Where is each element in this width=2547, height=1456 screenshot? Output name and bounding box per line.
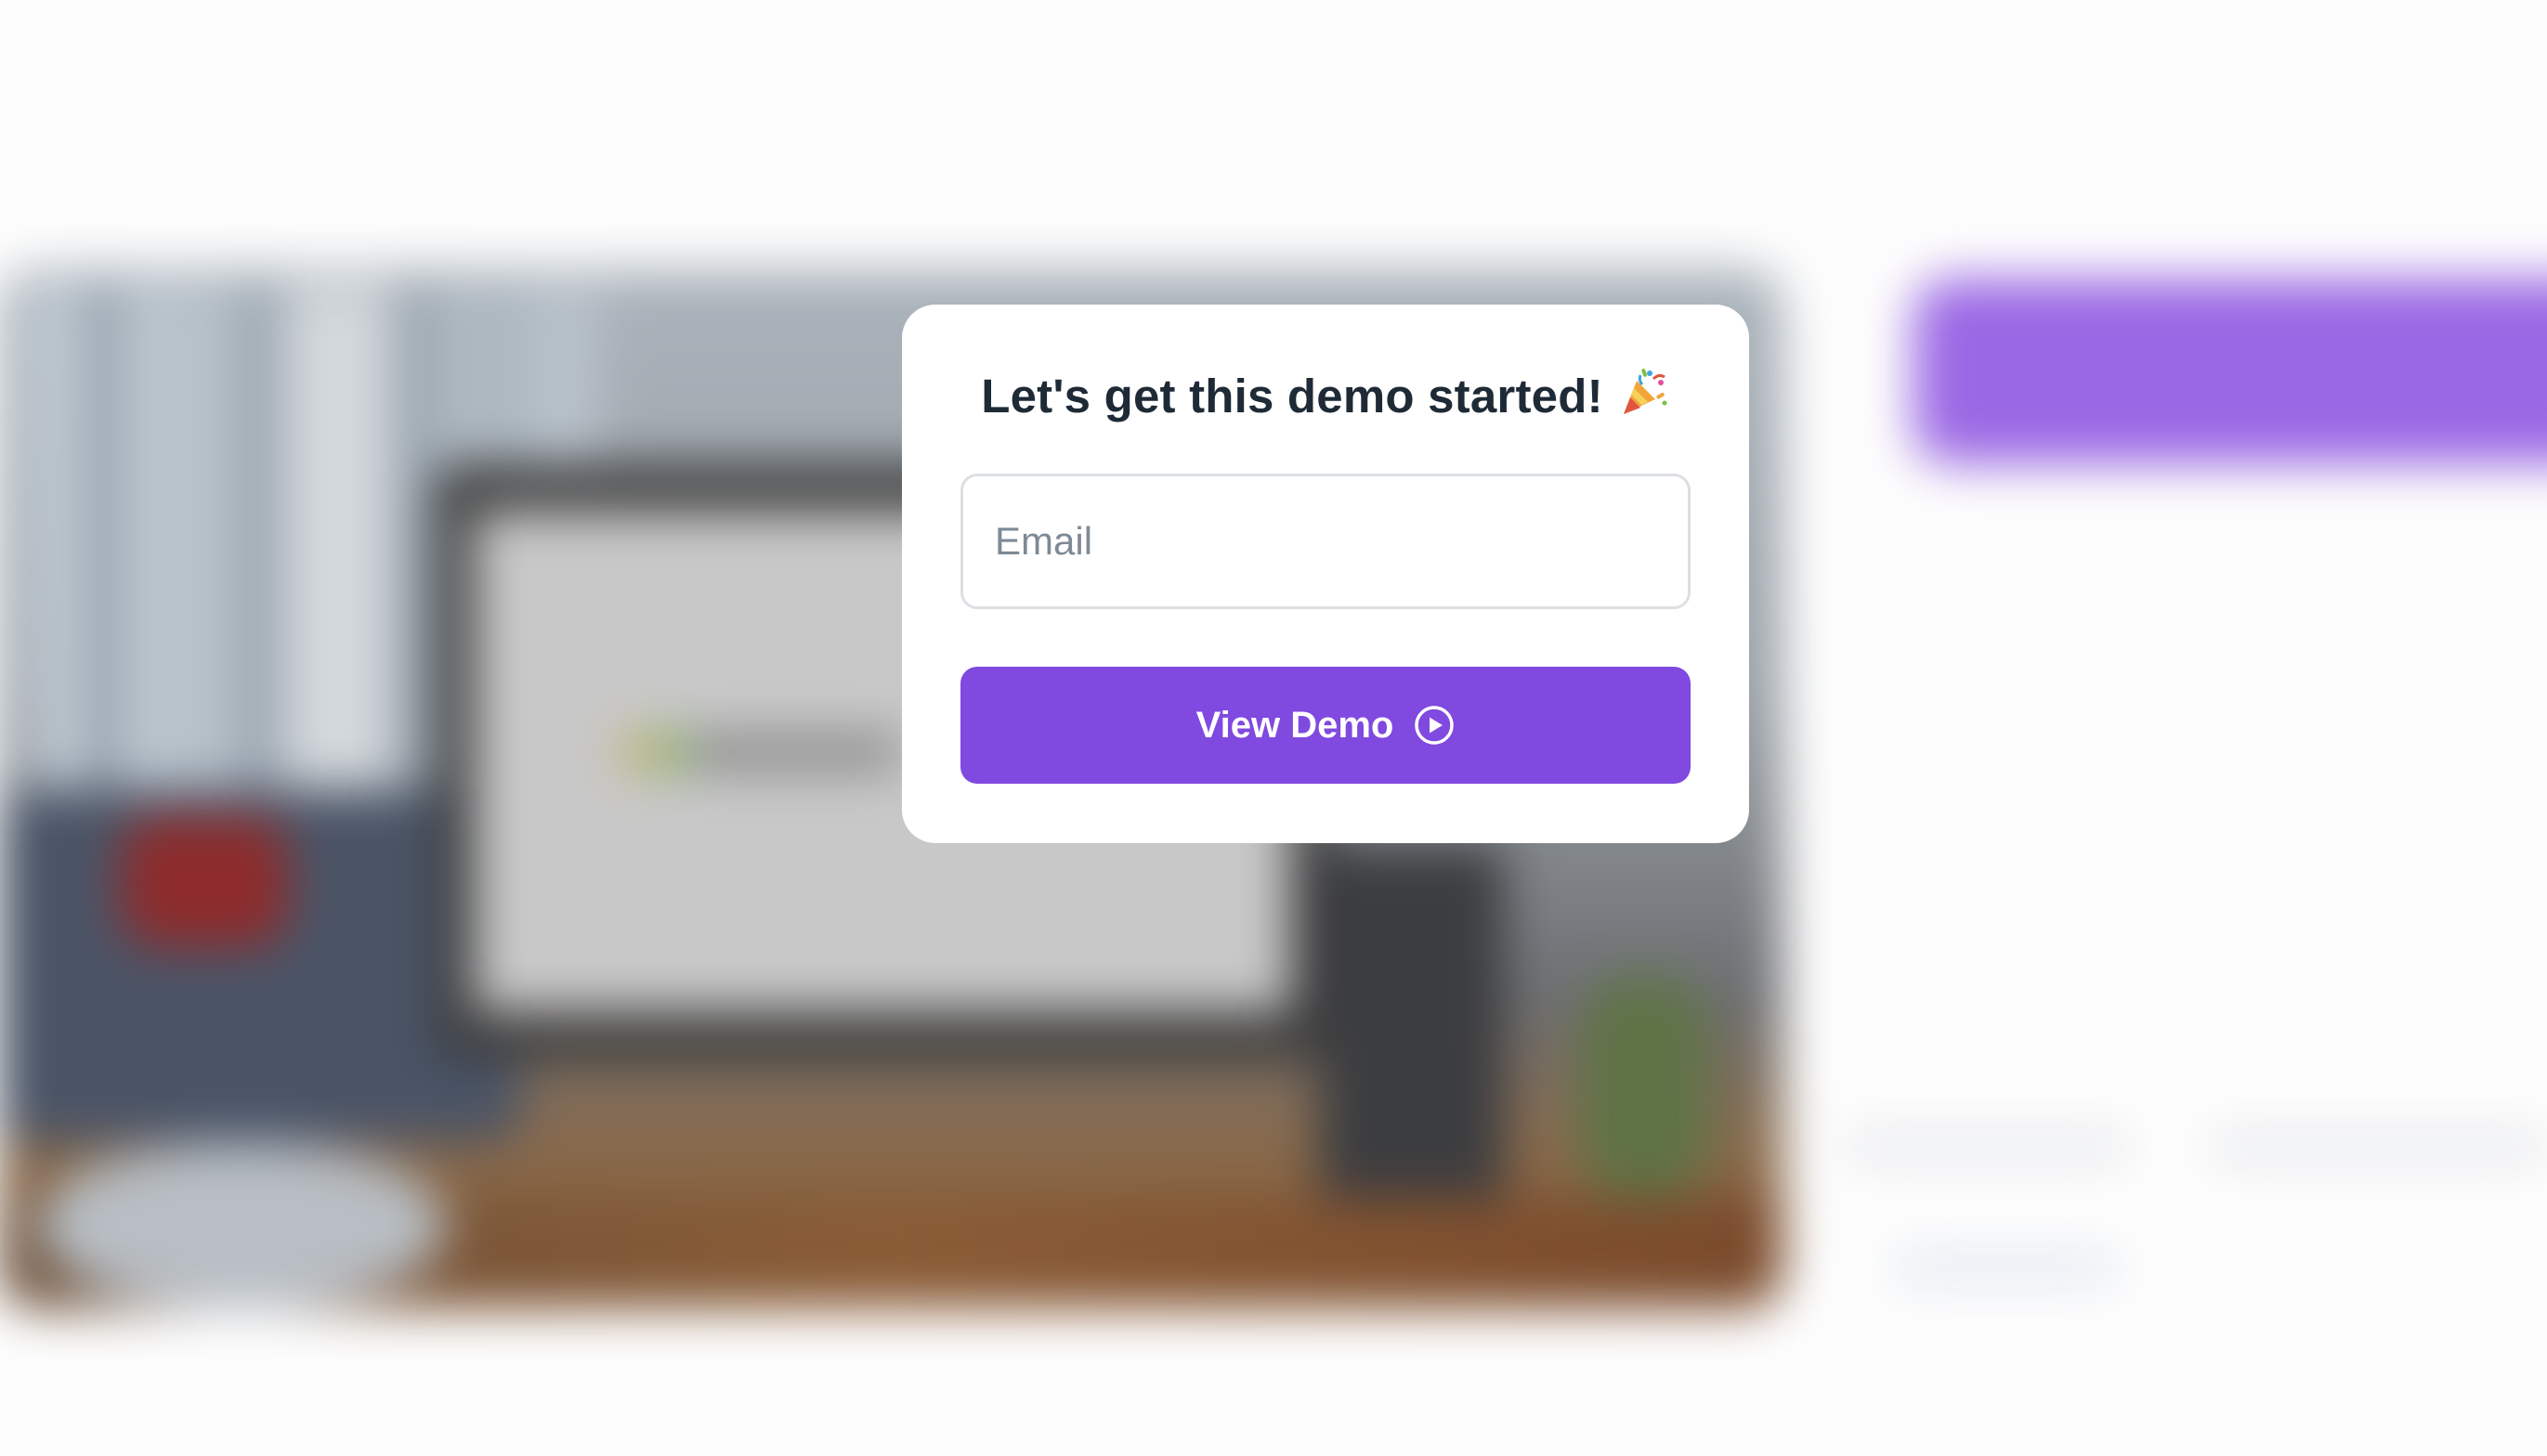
background-dark-object — [1319, 845, 1505, 1216]
background-text-line — [1848, 1133, 2127, 1161]
background-text-line — [2211, 1133, 2545, 1161]
modal-title: Let's get this demo started! — [960, 305, 1691, 422]
play-circle-icon — [1414, 705, 1455, 746]
modal-title-text: Let's get this demo started! — [981, 370, 1603, 422]
party-popper-icon — [1618, 366, 1670, 418]
email-input[interactable] — [960, 474, 1691, 609]
background-cushion — [121, 817, 288, 947]
view-demo-button[interactable]: View Demo — [960, 667, 1691, 784]
background-screen-logo — [622, 734, 901, 771]
background-text-line — [1895, 1254, 2118, 1281]
page: Let's get this demo started! View Demo — [0, 0, 2547, 1456]
background-cta-button — [1914, 279, 2547, 464]
background-plant — [1579, 975, 1709, 1198]
demo-signup-modal: Let's get this demo started! View Demo — [902, 305, 1749, 843]
background-plate — [37, 1142, 446, 1309]
view-demo-label: View Demo — [1195, 704, 1394, 746]
